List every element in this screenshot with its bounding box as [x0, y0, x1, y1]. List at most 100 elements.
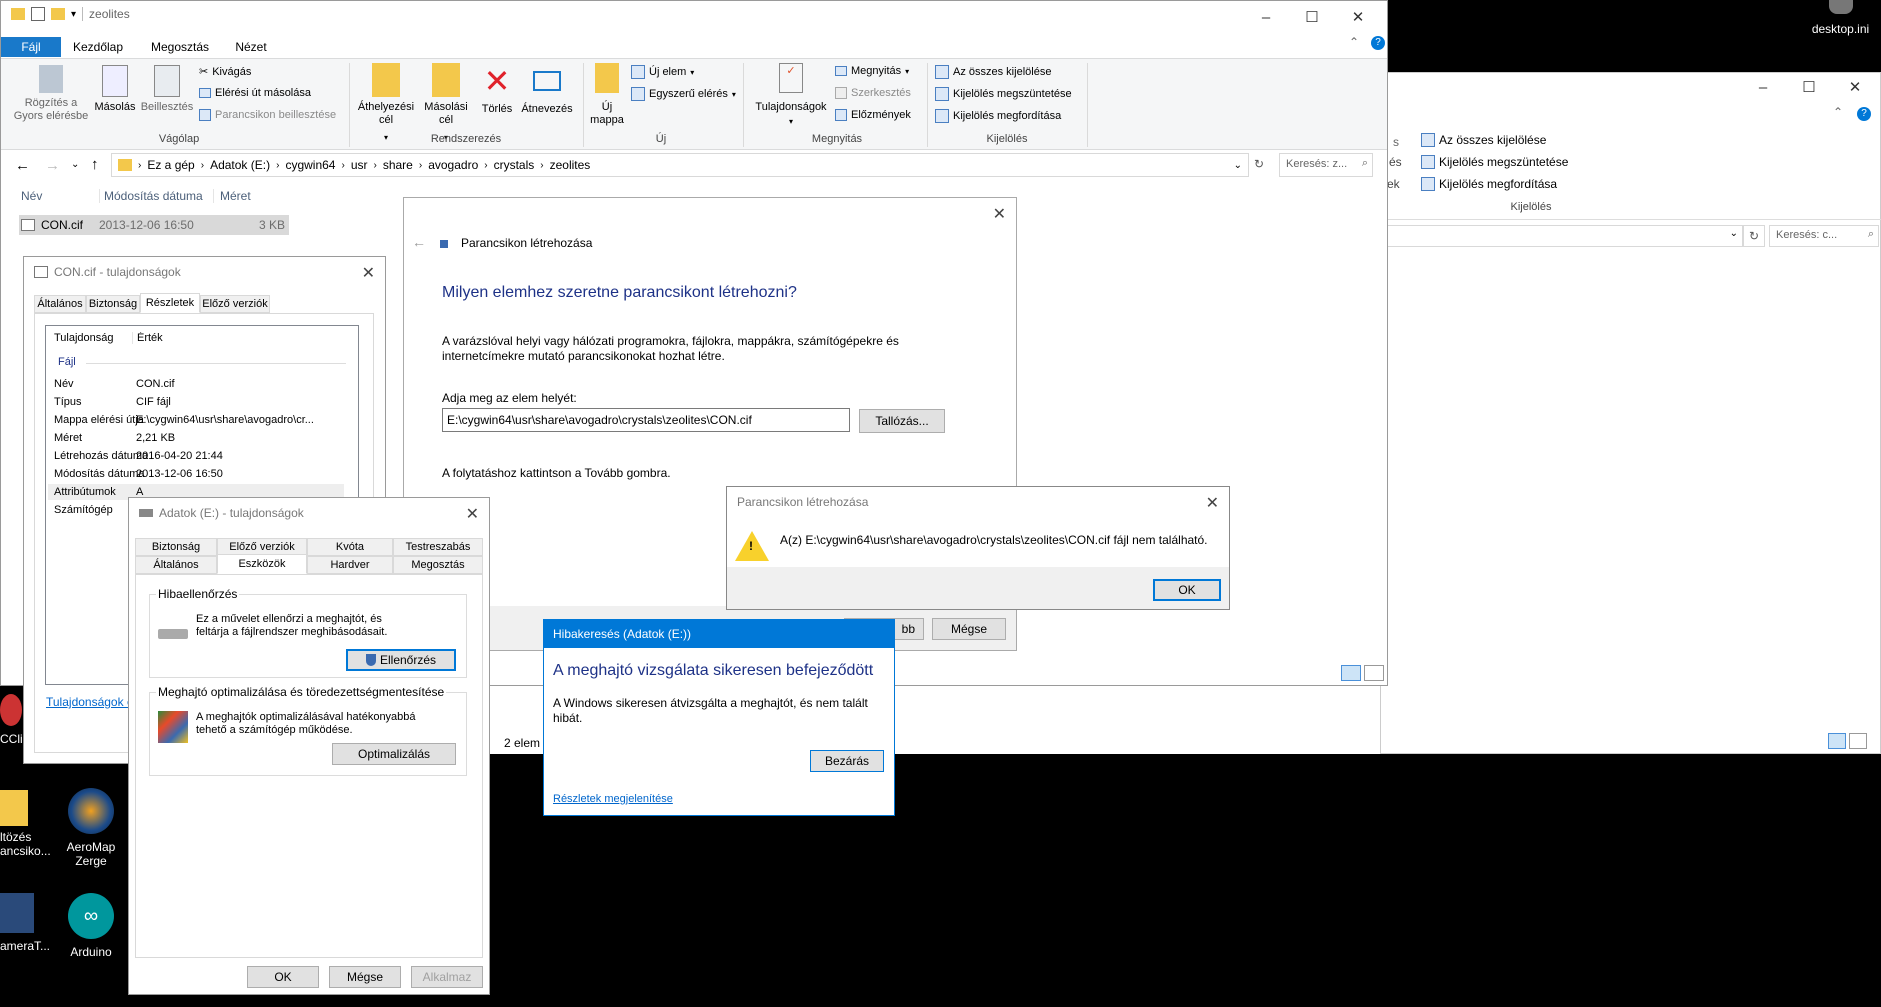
details-link[interactable]: Részletek megjelenítése	[553, 793, 673, 805]
chevron-down-icon[interactable]: ⌄	[1730, 228, 1738, 239]
cancel-button[interactable]: Mégse	[329, 966, 401, 988]
column-property[interactable]: Tulajdonság	[54, 332, 114, 344]
select-none-button[interactable]: Kijelölés megszüntetése	[1421, 155, 1568, 169]
tab-tools[interactable]: Eszközök	[217, 554, 307, 574]
tab-general[interactable]: Általános	[135, 556, 217, 574]
close-icon[interactable]: ✕	[1335, 1, 1381, 33]
forward-icon[interactable]: →	[45, 157, 60, 174]
breadcrumb-item[interactable]: zeolites	[550, 158, 591, 172]
cut-button[interactable]: ✂ Kivágás	[199, 65, 251, 79]
breadcrumb-item[interactable]: avogadro	[428, 158, 478, 172]
tab-security[interactable]: Biztonság	[135, 538, 217, 556]
desktop-icon-arduino[interactable]: ∞ Arduino	[46, 893, 136, 959]
check-button[interactable]: Ellenőrzés	[346, 649, 456, 671]
desktop-ini-icon[interactable]: desktop.ini	[1800, 0, 1881, 40]
refresh-icon[interactable]: ↻	[1249, 153, 1269, 177]
close-icon[interactable]: ✕	[1206, 493, 1219, 513]
rename-button[interactable]: Átnevezés	[519, 63, 575, 115]
file-row[interactable]: CON.cif 2013-12-06 16:50 3 KB	[19, 215, 289, 235]
breadcrumb-item[interactable]: Ez a gép	[147, 158, 194, 172]
up-icon[interactable]: ↑	[91, 156, 99, 173]
new-folder-button[interactable]: Új mappa	[587, 63, 627, 127]
tab-sharing[interactable]: Megosztás	[393, 556, 483, 574]
location-input[interactable]	[442, 408, 850, 432]
minimize-icon[interactable]: –	[1740, 71, 1786, 103]
refresh-icon[interactable]: ↻	[1743, 225, 1765, 247]
paste-shortcut-button[interactable]: Parancsikon beillesztése	[199, 109, 336, 121]
tab-general[interactable]: Általános	[34, 295, 86, 313]
ok-button[interactable]: OK	[247, 966, 319, 988]
apply-button[interactable]: Alkalmaz	[411, 966, 483, 988]
easy-access-button[interactable]: Egyszerű elérés ▾	[631, 87, 736, 101]
optimize-button[interactable]: Optimalizálás	[332, 743, 456, 765]
select-all-button[interactable]: Az összes kijelölése	[935, 65, 1051, 79]
desktop-icon-aeromap[interactable]: AeroMap Zerge	[46, 788, 136, 868]
delete-button[interactable]: ✕ Törlés	[477, 63, 517, 115]
chevron-right-icon[interactable]: ›	[419, 160, 422, 171]
properties-link[interactable]: Tulajdonságok és	[46, 695, 140, 709]
tab-quota[interactable]: Kvóta	[307, 538, 393, 556]
close-icon[interactable]: ✕	[993, 204, 1006, 224]
desktop-icon-shortcut[interactable]: ltözés ancsiko...	[0, 790, 51, 870]
close-button[interactable]: Bezárás	[810, 750, 884, 772]
new-folder-icon[interactable]	[51, 8, 65, 20]
help-icon[interactable]: ?	[1371, 36, 1385, 50]
ok-button[interactable]: OK	[1153, 579, 1221, 601]
copy-path-button[interactable]: Elérési út másolása	[199, 87, 311, 99]
copy-button[interactable]: Másolás	[93, 65, 137, 113]
column-date[interactable]: Módosítás dátuma	[99, 189, 203, 203]
details-view-icon[interactable]	[1341, 665, 1361, 681]
collapse-ribbon-icon[interactable]: ⌃	[1833, 105, 1843, 119]
column-value[interactable]: Érték	[132, 332, 312, 344]
chevron-right-icon[interactable]: ›	[276, 160, 279, 171]
edit-button[interactable]: Szerkesztés	[835, 87, 911, 99]
select-all-button[interactable]: Az összes kijelölése	[1421, 133, 1546, 147]
browse-button[interactable]: Tallózás...	[859, 409, 945, 433]
tab-previous-versions[interactable]: Előző verziók	[200, 295, 270, 313]
address-bar[interactable]: ⌄	[1381, 225, 1743, 247]
cancel-button[interactable]: Mégse	[932, 618, 1006, 640]
minimize-icon[interactable]: –	[1243, 1, 1289, 33]
chevron-right-icon[interactable]: ›	[373, 160, 376, 171]
tab-file[interactable]: Fájl	[1, 37, 61, 57]
tab-hardware[interactable]: Hardver	[307, 556, 393, 574]
large-icons-view-icon[interactable]	[1364, 665, 1384, 681]
tab-view[interactable]: Nézet	[227, 37, 275, 57]
breadcrumb-item[interactable]: cygwin64	[285, 158, 335, 172]
breadcrumb-item[interactable]: share	[383, 158, 413, 172]
copy-to-button[interactable]: Másolási cél ▾	[419, 63, 473, 144]
pin-quick-access-button[interactable]: Rögzítés a Gyors elérésbe	[9, 65, 93, 123]
history-button[interactable]: Előzmények	[835, 109, 911, 121]
tab-security[interactable]: Biztonság	[86, 295, 140, 313]
back-icon[interactable]: ←	[15, 157, 30, 174]
chevron-right-icon[interactable]: ›	[201, 160, 204, 171]
breadcrumb-item[interactable]: usr	[351, 158, 368, 172]
close-icon[interactable]: ✕	[1832, 71, 1878, 103]
desktop-icon-camera[interactable]: ameraT...	[0, 893, 50, 963]
open-button[interactable]: Megnyitás ▾	[835, 65, 909, 77]
collapse-ribbon-icon[interactable]: ⌃	[1349, 35, 1359, 49]
column-name[interactable]: Név	[21, 189, 42, 203]
close-icon[interactable]: ✕	[466, 504, 479, 524]
chevron-down-icon[interactable]: ⌄	[1234, 160, 1242, 171]
maximize-icon[interactable]: ☐	[1786, 71, 1832, 103]
invert-selection-button[interactable]: Kijelölés megfordítása	[935, 109, 1061, 123]
paste-button[interactable]: Beillesztés	[139, 65, 195, 113]
customize-toolbar-icon[interactable]: ▾	[71, 9, 76, 20]
help-icon[interactable]: ?	[1857, 107, 1871, 121]
details-view-icon[interactable]	[1828, 733, 1846, 749]
back-icon[interactable]: ←	[412, 234, 426, 250]
properties-button[interactable]: ✓ Tulajdonságok ▾	[751, 63, 831, 126]
tab-details[interactable]: Részletek	[140, 293, 200, 313]
recent-locations-icon[interactable]: ⌄	[71, 159, 79, 170]
breadcrumb-item[interactable]: Adatok (E:)	[210, 158, 270, 172]
invert-selection-button[interactable]: Kijelölés megfordítása	[1421, 177, 1557, 191]
address-bar[interactable]: › Ez a gép › Adatok (E:) › cygwin64 › usr › …	[111, 153, 1249, 177]
large-icons-view-icon[interactable]	[1849, 733, 1867, 749]
select-none-button[interactable]: Kijelölés megszüntetése	[935, 87, 1072, 101]
chevron-right-icon[interactable]: ›	[540, 160, 543, 171]
chevron-right-icon[interactable]: ›	[484, 160, 487, 171]
tab-share[interactable]: Megosztás	[143, 37, 217, 57]
column-size[interactable]: Méret	[213, 189, 251, 203]
tab-home[interactable]: Kezdőlap	[63, 37, 133, 57]
